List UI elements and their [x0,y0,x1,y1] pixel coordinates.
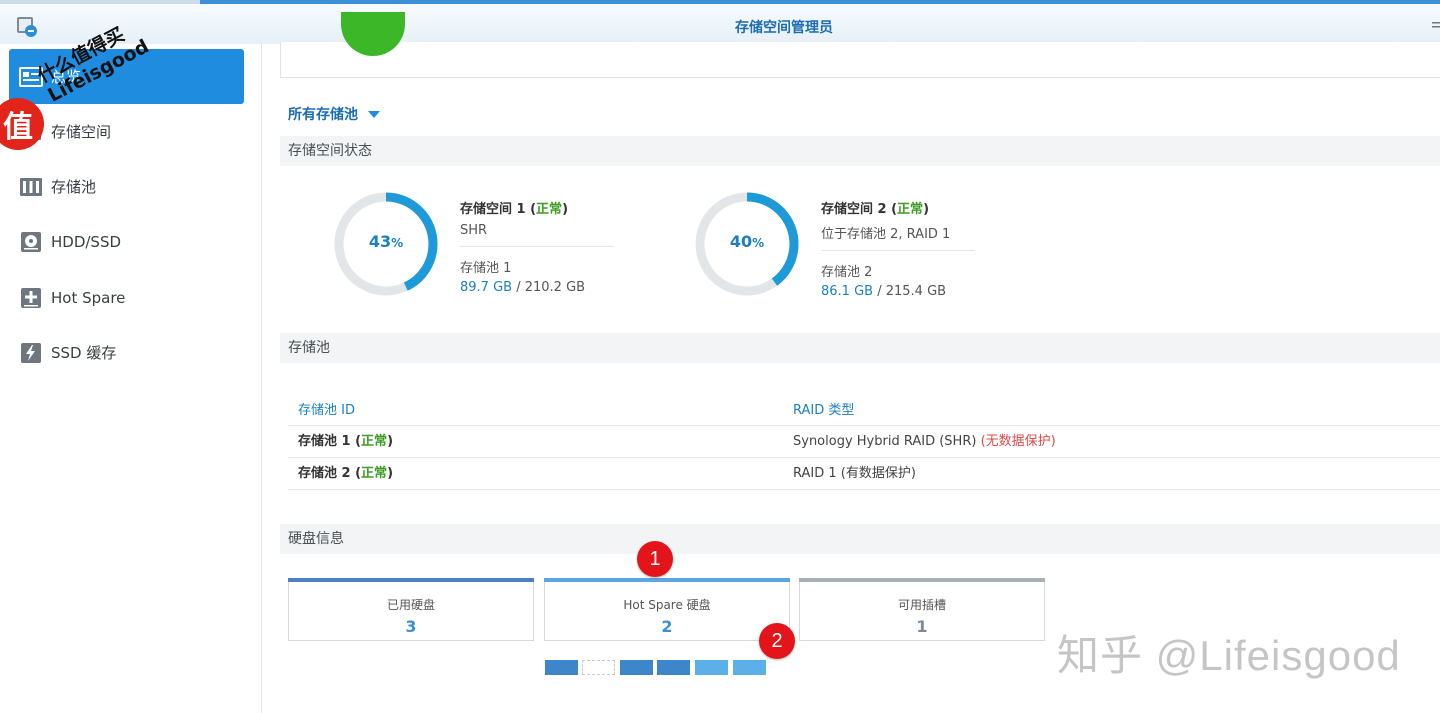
card-value: 3 [405,617,417,636]
status-badge: 正常 [361,434,388,449]
sidebar-item-hdd-ssd[interactable]: HDD/SSD [9,214,244,269]
storage-pool-header: 存储池 [280,333,1440,363]
card-label: Hot Spare 硬盘 [623,598,711,612]
hot-spare-icon [21,287,41,308]
disk-icon [21,231,41,252]
status-card [280,12,1440,78]
card-accent-bar [799,578,1045,582]
table-header-row: 存储池 ID RAID 类型 [288,388,1440,426]
blurred-label [290,664,314,677]
status-badge: 正常 [897,202,924,217]
disk-slot-hot-spare[interactable] [733,660,766,675]
volume-name: 存储空间 2 (正常) [821,202,930,217]
sidebar-item-label: 存储空间 [51,123,112,141]
card-value: 2 [661,617,673,636]
disk-slot[interactable] [620,660,653,675]
card-accent-bar [288,578,534,582]
volume-usage-percent: 40% [729,232,765,251]
sidebar-item-label: HDD/SSD [51,232,122,251]
hot-spare-disks-card[interactable]: Hot Spare 硬盘 2 [544,578,790,641]
disk-slot-empty[interactable] [582,660,615,675]
divider [821,250,975,251]
chevron-down-icon [368,110,380,118]
storage-pool-table: 存储池 ID RAID 类型 存储池 1 (正常) Synology Hybri… [288,388,1440,490]
card-value: 1 [916,617,928,636]
volume-capacity: 89.7 GB / 210.2 GB [460,280,586,295]
pool-name: 存储池 2 (正常) [298,466,394,481]
health-status-indicator [341,12,405,56]
pool-raid-type: RAID 1 (有数据保护) [793,466,916,481]
ssd-cache-icon [21,342,41,363]
pool-filter-label: 所有存储池 [288,107,358,123]
volume-pool: 存储池 2 [821,265,873,280]
pool-name: 存储池 1 (正常) [298,434,394,449]
volume-info: 存储空间 2 (正常) 位于存储池 2, RAID 1 存储池 2 86.1 G… [821,198,991,299]
sidebar-item-volume[interactable]: 存储空间 [9,104,244,159]
status-badge: 正常 [361,466,388,481]
window-titlebar: 存储空间管理员 [0,0,1440,44]
sidebar-item-hot-spare[interactable]: Hot Spare [9,270,244,325]
pool-filter-dropdown[interactable]: 所有存储池 [288,104,380,124]
sidebar-item-label: 存储池 [51,178,97,196]
disk-slot-hot-spare[interactable] [695,660,728,675]
sidebar-item-ssd-cache[interactable]: SSD 缓存 [9,325,244,380]
zhihu-watermark: 知乎 @Lifeisgood [1057,632,1401,679]
available-slots-card[interactable]: 可用插槽 1 [799,578,1045,641]
tab-strip [0,0,200,4]
sidebar-item-label: SSD 缓存 [51,344,117,362]
annotation-marker: 1 [637,541,673,577]
annotation-marker: 2 [759,623,795,659]
card-label: 已用硬盘 [386,598,435,612]
main-panel: 所有存储池 存储空间状态 43% 存储空间 1 (正常) SHR 存储池 1 8… [262,12,1440,713]
volume-raid-type: 位于存储池 2, RAID 1 [821,227,951,242]
sidebar-item-storage-pool[interactable]: 存储池 [9,159,244,214]
disk-info-header: 硬盘信息 [280,524,1440,554]
disk-slot[interactable] [545,660,578,675]
divider [460,246,614,247]
table-row[interactable]: 存储池 1 (正常) Synology Hybrid RAID (SHR) (无… [288,426,1440,458]
storage-pool-icon [20,177,42,196]
card-label: 可用插槽 [897,598,946,612]
status-badge: 正常 [536,202,563,217]
volume-capacity: 86.1 GB / 215.4 GB [821,284,947,299]
volume-pool: 存储池 1 [460,261,512,276]
volume-name: 存储空间 1 (正常) [460,202,569,217]
pool-raid-type: Synology Hybrid RAID (SHR) (无数据保护) [793,434,1056,449]
volume-status-header: 存储空间状态 [280,136,1440,166]
used-disks-card[interactable]: 已用硬盘 3 [288,578,534,641]
sidebar-item-label: Hot Spare [51,288,126,307]
card-accent-bar [544,578,790,582]
disk-slot[interactable] [657,660,690,675]
volume-raid-type: SHR [460,223,488,238]
volume-usage-percent: 43% [368,232,404,251]
window-menu-icon[interactable] [1430,16,1440,32]
window-title: 存储空间管理员 [735,20,833,36]
sidebar: 总览 存储空间 存储池 HDD/SSD Hot Spare SSD 缓存 [0,44,262,713]
volume-info: 存储空间 1 (正常) SHR 存储池 1 89.7 GB / 210.2 GB [460,198,620,295]
protection-warning: (无数据保护) [980,434,1056,449]
table-row[interactable]: 存储池 2 (正常) RAID 1 (有数据保护) [288,458,1440,490]
